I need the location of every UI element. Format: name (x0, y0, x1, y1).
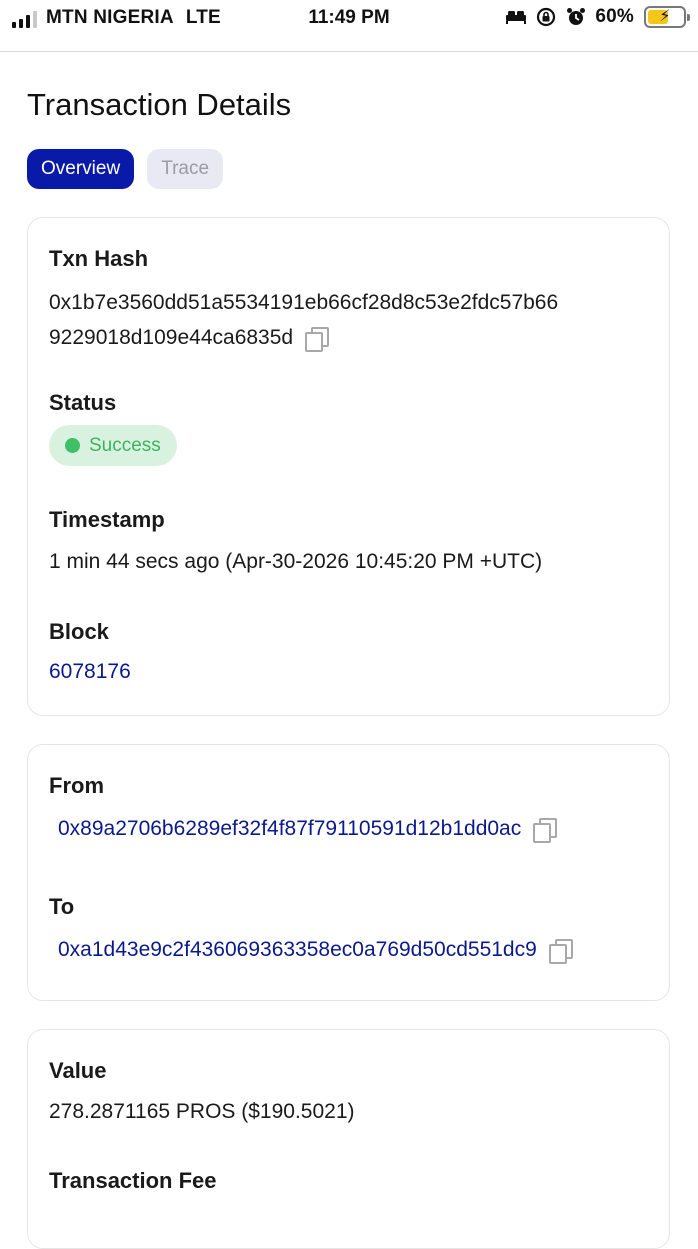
txn-hash-line2: 9229018d109e44ca6835d (49, 326, 294, 349)
timestamp-label: Timestamp (49, 507, 165, 532)
timestamp-value: 1 min 44 secs ago (Apr-30-2026 10:45:20 … (49, 550, 543, 573)
to-label: To (49, 894, 75, 919)
to-address-link[interactable]: 0xa1d43e9c2f436069363358ec0a769d50cd551d… (58, 938, 537, 962)
alarm-icon (565, 6, 587, 28)
to-row: 0xa1d43e9c2f436069363358ec0a769d50cd551d… (58, 938, 573, 964)
success-dot-icon (65, 438, 80, 453)
block-link[interactable]: 6078176 (49, 654, 131, 689)
txn-hash-line2-wrap: 9229018d109e44ca6835d (49, 320, 558, 355)
txn-hash-line1: 0x1b7e3560dd51a5534191eb66cf28d8c53e2fdc… (49, 291, 559, 314)
tab-bar: Overview Trace (27, 149, 224, 189)
bed-icon (505, 6, 527, 28)
status-value: Success (89, 434, 161, 456)
battery-charging-icon: ⚡ (644, 6, 690, 28)
copy-icon[interactable] (305, 326, 330, 352)
txn-hash-label: Txn Hash (49, 246, 149, 271)
tab-trace[interactable]: Trace (147, 149, 224, 189)
status-badge: Success (49, 425, 177, 466)
value-card: Value 278.2871165 PROS ($190.5021) Trans… (27, 1029, 670, 1249)
copy-icon[interactable] (533, 818, 558, 843)
battery-percent: 60% (595, 6, 634, 27)
overview-card: Txn Hash 0x1b7e3560dd51a5534191eb66cf28d… (27, 217, 670, 716)
status-label: Status (49, 390, 117, 415)
value-amount: 278.2871165 PROS ($190.5021) (49, 1100, 355, 1123)
orientation-lock-icon (535, 6, 557, 28)
page-title: Transaction Details (27, 87, 292, 122)
tab-overview[interactable]: Overview (27, 149, 135, 189)
transaction-fee-label: Transaction Fee (49, 1168, 217, 1193)
from-address-link[interactable]: 0x89a2706b6289ef32f4f87f79110591d12b1dd0… (58, 817, 521, 841)
address-card: From 0x89a2706b6289ef32f4f87f79110591d12… (27, 744, 670, 1001)
value-label: Value (49, 1058, 107, 1083)
from-row: 0x89a2706b6289ef32f4f87f79110591d12b1dd0… (58, 817, 558, 843)
txn-hash-value: 0x1b7e3560dd51a5534191eb66cf28d8c53e2fdc… (49, 285, 558, 355)
copy-icon[interactable] (548, 939, 573, 964)
block-label: Block (49, 619, 109, 644)
from-label: From (49, 773, 104, 798)
status-right: 60% ⚡ (505, 6, 690, 28)
status-bar: MTN NIGERIA LTE 11:49 PM 60% ⚡ (0, 0, 698, 52)
